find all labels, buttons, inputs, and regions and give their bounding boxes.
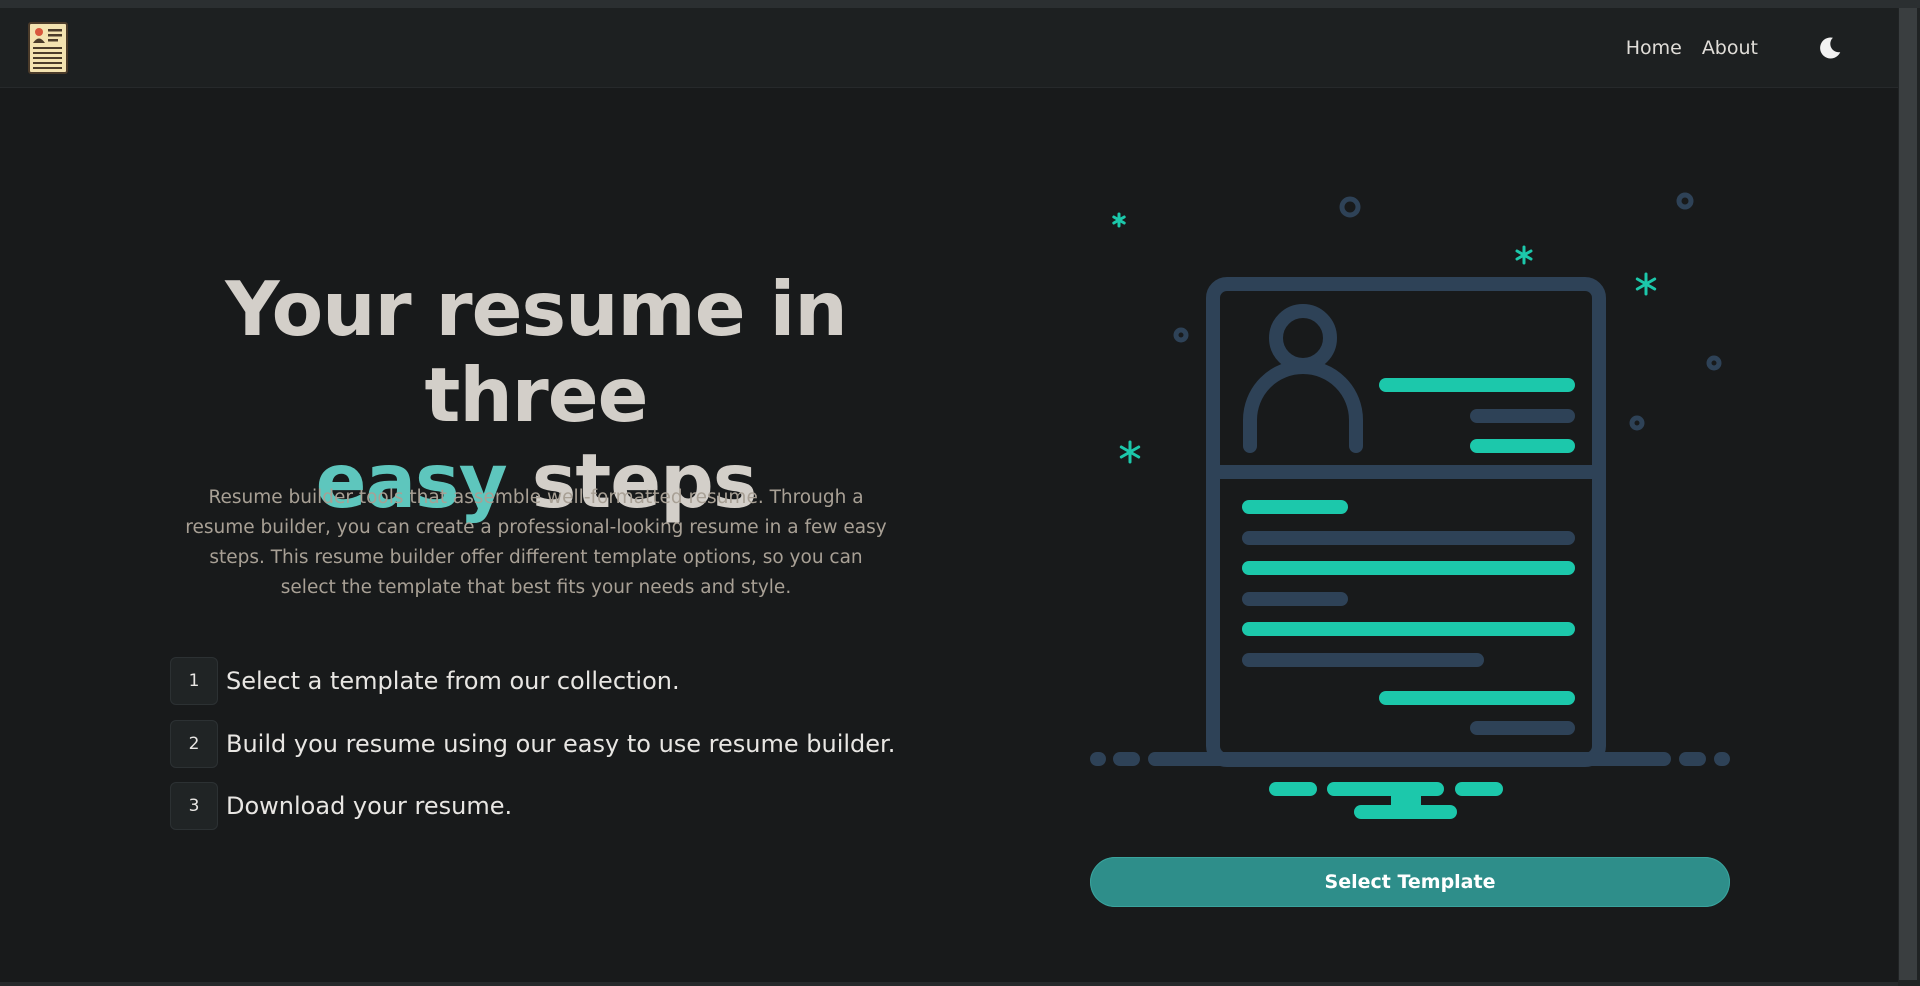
hero-description: Resume builder tools that assemble well-…	[185, 487, 887, 598]
hero-title-line1: Your resume in three	[225, 265, 848, 439]
step-number-badge: 2	[170, 720, 218, 768]
navbar: Home About	[0, 8, 1898, 88]
scrollbar-thumb[interactable]	[1899, 8, 1917, 980]
window-bottom-edge	[0, 982, 1898, 986]
step-item: 3 Download your resume.	[170, 781, 512, 831]
step-number-badge: 3	[170, 782, 218, 830]
moon-icon[interactable]	[1816, 34, 1844, 62]
resume-monitor-illustration	[1090, 192, 1730, 819]
decorative-asterisks	[1112, 212, 1657, 464]
monitor-frame	[1206, 277, 1606, 767]
step-text: Download your resume.	[226, 792, 513, 820]
step-item: 2 Build you resume using our easy to use…	[170, 719, 895, 769]
step-item: 1 Select a template from our collection.	[170, 656, 680, 706]
resume-document-icon[interactable]	[28, 22, 68, 74]
nav-link-about[interactable]: About	[1702, 37, 1758, 59]
step-number-badge: 1	[170, 657, 218, 705]
nav-links: Home About	[1626, 8, 1758, 88]
step-text: Build you resume using our easy to use r…	[226, 730, 896, 758]
resume-lines	[1242, 378, 1575, 735]
nav-link-home[interactable]: Home	[1626, 37, 1682, 59]
window-top-edge	[0, 0, 1920, 8]
step-text: Select a template from our collection.	[226, 667, 680, 695]
select-template-button[interactable]: Select Template	[1090, 857, 1730, 907]
